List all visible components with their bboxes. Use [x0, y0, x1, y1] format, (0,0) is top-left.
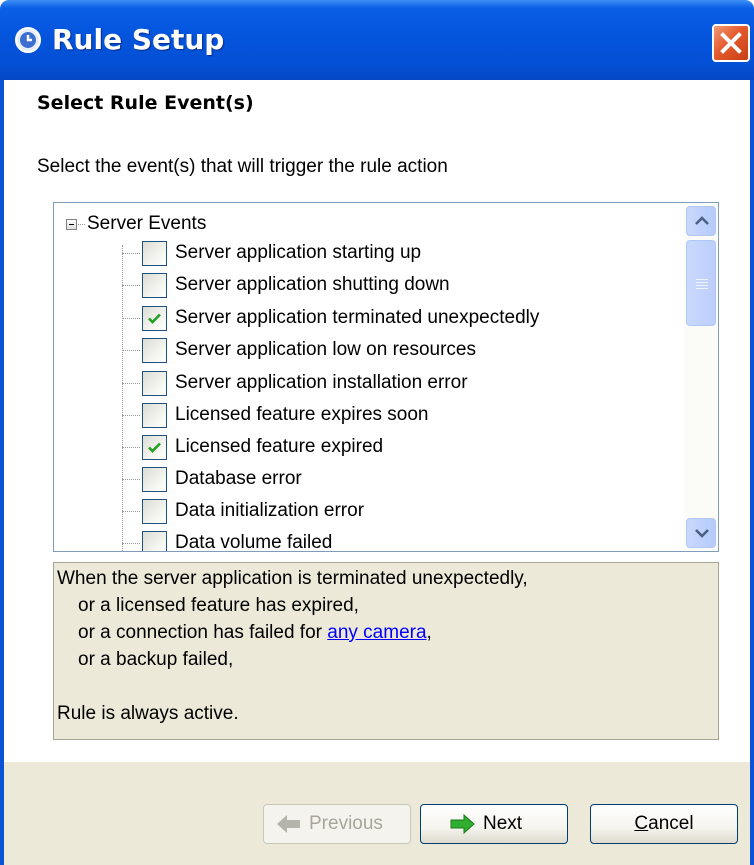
- event-label: Server application low on resources: [175, 339, 476, 360]
- tree-connector: [122, 511, 140, 512]
- tree-root-label: Server Events: [87, 213, 207, 234]
- event-checkbox[interactable]: [142, 306, 167, 331]
- event-label: Server application starting up: [175, 242, 422, 263]
- grip-line: [696, 288, 708, 289]
- tree-connector: [122, 318, 140, 319]
- event-label: Server application shutting down: [175, 274, 450, 295]
- tree-connector: [122, 253, 140, 254]
- scrollbar-thumb[interactable]: [686, 240, 716, 326]
- description-text: or a connection has failed for: [78, 622, 328, 643]
- rule-setup-icon: [15, 27, 41, 53]
- chevron-up-icon: [695, 216, 709, 225]
- checkmark-icon: [148, 442, 161, 453]
- previous-label: Previous: [309, 813, 383, 834]
- description-line: or a connection has failed for any camer…: [78, 619, 432, 647]
- cancel-label: Cancel: [634, 813, 694, 834]
- next-label: Next: [483, 813, 523, 834]
- event-checkbox[interactable]: [142, 467, 167, 492]
- chevron-down-icon: [695, 529, 709, 538]
- tree-connector-line: [122, 245, 123, 551]
- event-checkbox[interactable]: [142, 371, 167, 396]
- event-checkbox[interactable]: [142, 531, 167, 551]
- vertical-scrollbar[interactable]: [684, 204, 718, 550]
- rule-setup-window: Rule Setup Select Rule Event(s) Select t…: [0, 0, 754, 865]
- description-line: When the server application is terminate…: [57, 568, 528, 589]
- collapse-icon[interactable]: [66, 219, 77, 230]
- tree-connector: [122, 543, 140, 544]
- event-label: Licensed feature expires soon: [175, 404, 429, 425]
- close-button[interactable]: [712, 24, 750, 62]
- event-label: Server application terminated unexpected…: [175, 307, 540, 328]
- rule-description-panel: When the server application is terminate…: [53, 562, 719, 740]
- description-line: Rule is always active.: [57, 703, 239, 724]
- tree-connector: [122, 415, 140, 416]
- event-label: Data volume failed: [175, 532, 333, 552]
- description-line: or a backup failed,: [78, 649, 234, 670]
- event-checkbox[interactable]: [142, 403, 167, 428]
- grip-line: [696, 282, 708, 283]
- event-label: Data initialization error: [175, 500, 365, 521]
- scroll-up-button[interactable]: [686, 206, 716, 236]
- scroll-down-button[interactable]: [686, 518, 716, 548]
- tree-connector: [122, 447, 140, 448]
- checkmark-icon: [148, 313, 161, 324]
- event-label: Server application installation error: [175, 372, 468, 393]
- next-button[interactable]: Next: [420, 804, 568, 844]
- event-label: Licensed feature expired: [175, 436, 384, 457]
- arrow-right-icon: [450, 814, 475, 834]
- tree-connector: [78, 224, 85, 225]
- grip-line: [696, 285, 708, 286]
- window-border-right: [750, 80, 754, 865]
- grip-line: [696, 279, 708, 280]
- tree-connector: [122, 350, 140, 351]
- page-heading: Select Rule Event(s): [37, 92, 254, 114]
- event-checkbox[interactable]: [142, 499, 167, 524]
- window-title: Rule Setup: [52, 23, 225, 56]
- tree-connector: [122, 479, 140, 480]
- description-text: ,: [426, 622, 432, 643]
- previous-button[interactable]: Previous: [263, 804, 411, 844]
- tree-connector: [122, 285, 140, 286]
- window-border-left: [0, 80, 4, 865]
- event-checkbox[interactable]: [142, 273, 167, 298]
- tree-connector: [122, 383, 140, 384]
- close-icon: [720, 32, 742, 54]
- instruction-text: Select the event(s) that will trigger th…: [37, 156, 448, 177]
- event-label: Database error: [175, 468, 302, 489]
- button-bar: Previous Next Cancel: [4, 762, 750, 865]
- event-checkbox[interactable]: [142, 338, 167, 363]
- title-bar[interactable]: Rule Setup: [0, 0, 754, 80]
- arrow-left-icon: [277, 815, 300, 833]
- any-camera-link[interactable]: any camera: [327, 622, 426, 643]
- event-checkbox[interactable]: [142, 435, 167, 460]
- event-tree[interactable]: Server Events Server application startin…: [53, 202, 719, 552]
- cancel-button[interactable]: Cancel: [590, 804, 738, 844]
- event-checkbox[interactable]: [142, 241, 167, 266]
- description-line: or a licensed feature has expired,: [78, 595, 359, 616]
